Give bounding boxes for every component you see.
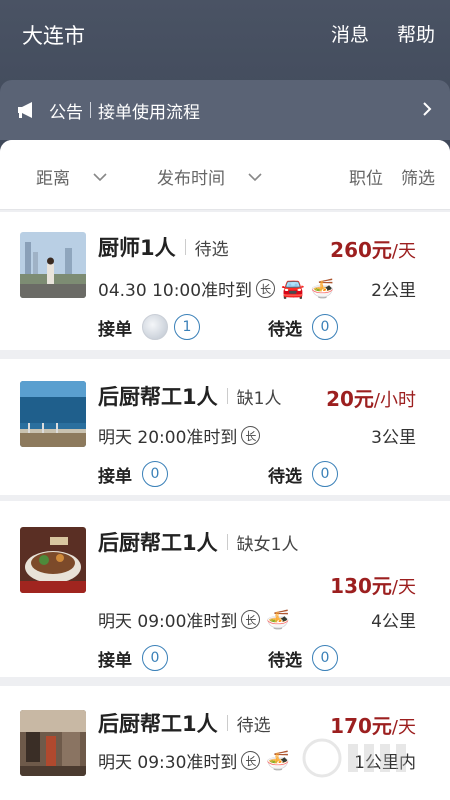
publish-time-filter[interactable]: 发布时间 xyxy=(157,164,263,189)
accept-label: 接单 xyxy=(98,319,132,340)
messages-link[interactable]: 消息 xyxy=(331,20,369,47)
job-price: 20元/小时 xyxy=(326,383,416,412)
job-thumbnail xyxy=(20,381,86,447)
meal-icon: 🍜 xyxy=(266,609,291,631)
meal-icon: 🍜 xyxy=(266,750,291,772)
job-distance: 4公里 xyxy=(371,612,416,632)
job-thumbnail xyxy=(20,527,86,593)
filter-bar: 距离 发布时间 职位 筛选 xyxy=(0,140,450,210)
chevron-down-icon xyxy=(248,172,262,181)
long-term-icon: 长 xyxy=(241,751,261,770)
job-status: 待选 xyxy=(236,715,271,736)
job-card[interactable]: 厨师1人 待选 260元/天 04.30 10:00准时到 长 🚘 🍜 2公里 … xyxy=(0,212,450,350)
help-link[interactable]: 帮助 xyxy=(397,20,435,47)
pending-label: 待选 xyxy=(268,466,302,487)
job-thumbnail xyxy=(20,710,86,776)
job-time-row: 明天 20:00准时到 长 xyxy=(98,423,261,448)
long-term-icon: 长 xyxy=(241,426,261,445)
screen-filter[interactable]: 筛选 xyxy=(401,164,435,189)
job-status: 缺女1人 xyxy=(236,534,299,555)
accept-count-badge: 0 xyxy=(142,461,168,487)
job-price: 130元/天 xyxy=(330,570,416,599)
job-title: 后厨帮工1人 xyxy=(98,531,218,555)
pending-count-badge: 0 xyxy=(312,461,338,487)
job-time: 明天 20:00准时到 xyxy=(98,428,238,448)
job-title: 后厨帮工1人 xyxy=(98,712,218,736)
notice-bar[interactable]: 公告 接单使用流程 xyxy=(0,80,450,140)
long-term-icon: 长 xyxy=(241,610,261,629)
notice-text: 接单使用流程 xyxy=(98,102,200,123)
job-time-row: 明天 09:00准时到 长 🍜 xyxy=(98,607,290,632)
pending-stat[interactable]: 待选 0 xyxy=(268,461,338,487)
chevron-right-icon xyxy=(423,102,432,116)
pending-count-badge: 0 xyxy=(312,645,338,671)
job-time: 明天 09:30准时到 xyxy=(98,753,238,773)
accept-count-badge: 0 xyxy=(142,645,168,671)
watermark-logo xyxy=(302,738,406,778)
job-distance: 2公里 xyxy=(371,281,416,301)
meal-icon: 🍜 xyxy=(310,278,335,300)
title-separator xyxy=(226,388,228,404)
pending-stat[interactable]: 待选 0 xyxy=(268,645,338,671)
job-thumbnail xyxy=(20,232,86,298)
job-card[interactable]: 后厨帮工1人 缺女1人 130元/天 明天 09:00准时到 长 🍜 4公里 接… xyxy=(0,501,450,677)
pending-label: 待选 xyxy=(268,319,302,340)
title-separator xyxy=(184,239,186,255)
pending-label: 待选 xyxy=(268,650,302,671)
notice-separator xyxy=(90,102,91,118)
price-unit: /天 xyxy=(391,577,416,598)
job-status: 待选 xyxy=(194,239,229,260)
pending-stat[interactable]: 待选 0 xyxy=(268,314,338,340)
position-filter-label: 职位 xyxy=(349,169,383,189)
publish-time-filter-label: 发布时间 xyxy=(157,169,225,189)
accept-stat[interactable]: 接单 0 xyxy=(98,461,168,487)
accept-label: 接单 xyxy=(98,466,132,487)
job-time: 04.30 10:00准时到 xyxy=(98,281,253,301)
job-price: 260元/天 xyxy=(330,234,416,263)
distance-filter-label: 距离 xyxy=(36,169,70,189)
job-title-row: 后厨帮工1人 缺女1人 xyxy=(98,527,298,557)
notice-label: 公告 xyxy=(49,102,83,123)
title-separator xyxy=(226,715,228,731)
position-filter[interactable]: 职位 xyxy=(349,164,383,189)
job-status: 缺1人 xyxy=(236,388,282,409)
accept-count-badge: 1 xyxy=(174,314,200,340)
job-card[interactable]: 后厨帮工1人 缺1人 20元/小时 明天 20:00准时到 长 3公里 接单 0… xyxy=(0,359,450,495)
job-time: 明天 09:00准时到 xyxy=(98,612,238,632)
city-selector[interactable]: 大连市 xyxy=(22,20,85,50)
job-distance: 3公里 xyxy=(371,428,416,448)
job-title-row: 厨师1人 待选 xyxy=(98,232,229,262)
job-title-row: 后厨帮工1人 待选 xyxy=(98,708,271,738)
job-time-row: 04.30 10:00准时到 长 🚘 🍜 xyxy=(98,276,334,301)
chevron-down-icon xyxy=(93,172,107,181)
price-unit: /天 xyxy=(391,241,416,262)
price-unit: /小时 xyxy=(373,390,416,411)
job-title: 后厨帮工1人 xyxy=(98,385,218,409)
megaphone-icon xyxy=(18,102,32,118)
accept-label: 接单 xyxy=(98,650,132,671)
header: 大连市 消息 帮助 公告 接单使用流程 xyxy=(0,0,450,160)
pending-count-badge: 0 xyxy=(312,314,338,340)
long-term-icon: 长 xyxy=(256,279,276,298)
distance-filter[interactable]: 距离 xyxy=(36,164,108,189)
price-amount: 260元 xyxy=(330,238,392,262)
accept-stat[interactable]: 接单 1 xyxy=(98,314,200,340)
job-time-row: 明天 09:30准时到 长 🍜 xyxy=(98,748,290,773)
car-icon: 🚘 xyxy=(281,278,305,300)
title-separator xyxy=(226,534,228,550)
accept-stat[interactable]: 接单 0 xyxy=(98,645,168,671)
price-amount: 130元 xyxy=(330,574,392,598)
job-title: 厨师1人 xyxy=(98,236,176,260)
applicant-avatar[interactable] xyxy=(142,314,168,340)
job-title-row: 后厨帮工1人 缺1人 xyxy=(98,381,281,411)
screen-filter-label: 筛选 xyxy=(401,169,435,189)
price-amount: 20元 xyxy=(326,387,374,411)
job-list-panel: 距离 发布时间 职位 筛选 厨师1人 待选 260元/天 04.30 10:00… xyxy=(0,140,450,800)
